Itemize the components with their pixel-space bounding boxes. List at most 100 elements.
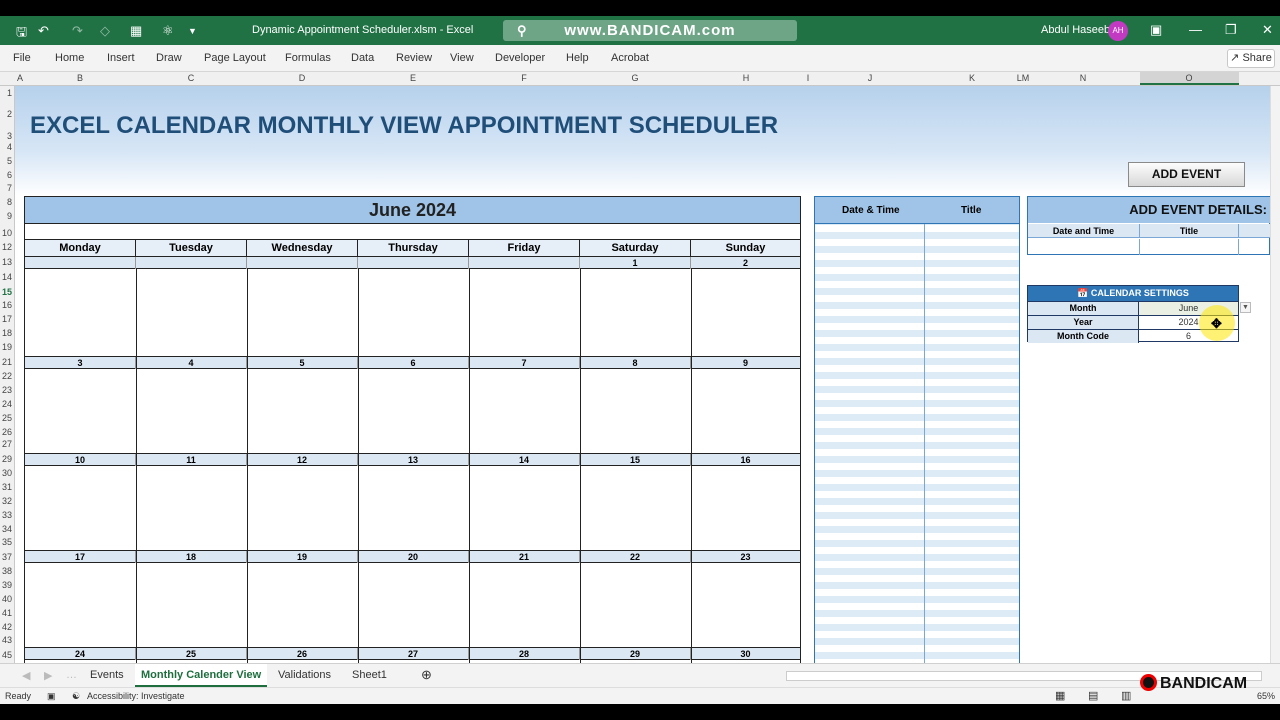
day-number[interactable] xyxy=(247,257,358,269)
column-header[interactable]: G xyxy=(631,73,638,83)
row-header[interactable]: 34 xyxy=(2,524,12,534)
row-header[interactable]: 13 xyxy=(2,257,12,267)
row-header[interactable]: 19 xyxy=(2,342,12,352)
more-sheets-icon[interactable]: … xyxy=(66,669,77,681)
day-number[interactable]: 23 xyxy=(691,551,800,563)
share-button[interactable]: ↗ Share xyxy=(1227,49,1275,68)
tab-insert[interactable]: Insert xyxy=(107,52,135,64)
day-number[interactable]: 13 xyxy=(358,454,469,466)
row-header[interactable]: 25 xyxy=(2,413,12,423)
row-header[interactable]: 29 xyxy=(2,454,12,464)
customize-qat-icon[interactable]: ▼ xyxy=(188,26,197,36)
prev-sheet-icon[interactable]: ◀ xyxy=(22,669,30,682)
macro-record-icon[interactable]: ▣ xyxy=(47,691,56,702)
day-number[interactable]: 15 xyxy=(580,454,691,466)
details-date-input[interactable] xyxy=(1028,239,1140,255)
day-number[interactable]: 9 xyxy=(691,357,800,369)
day-number[interactable]: 5 xyxy=(247,357,358,369)
day-number[interactable] xyxy=(136,257,247,269)
row-header[interactable]: 35 xyxy=(2,537,12,547)
minimize-icon[interactable]: — xyxy=(1189,22,1202,37)
column-header[interactable]: N xyxy=(1080,73,1087,83)
column-header[interactable]: A xyxy=(17,73,23,83)
row-header[interactable]: 21 xyxy=(2,357,12,367)
column-header[interactable]: B xyxy=(77,73,83,83)
row-header[interactable]: 43 xyxy=(2,635,12,645)
day-number[interactable]: 7 xyxy=(469,357,580,369)
row-header[interactable]: 39 xyxy=(2,580,12,590)
tab-view[interactable]: View xyxy=(450,52,474,64)
column-header[interactable]: LM xyxy=(1017,73,1030,83)
row-header[interactable]: 6 xyxy=(7,170,12,180)
column-header[interactable]: K xyxy=(969,73,975,83)
column-header[interactable]: H xyxy=(743,73,750,83)
row-header[interactable]: 12 xyxy=(2,242,12,252)
column-header[interactable]: C xyxy=(188,73,195,83)
row-header[interactable]: 38 xyxy=(2,566,12,576)
day-number[interactable] xyxy=(469,257,580,269)
row-header[interactable]: 32 xyxy=(2,496,12,506)
next-sheet-icon[interactable]: ▶ xyxy=(44,669,52,682)
page-break-view-icon[interactable]: ▥ xyxy=(1121,689,1131,702)
column-header[interactable]: D xyxy=(299,73,306,83)
page-layout-view-icon[interactable]: ▤ xyxy=(1088,689,1098,702)
shape-icon[interactable]: ◇ xyxy=(100,23,110,39)
row-header[interactable]: 5 xyxy=(7,156,12,166)
tab-developer[interactable]: Developer xyxy=(495,52,545,64)
day-number[interactable]: 17 xyxy=(25,551,136,563)
day-number[interactable]: 8 xyxy=(580,357,691,369)
user-name[interactable]: Abdul Haseeb xyxy=(1041,24,1110,36)
row-header[interactable]: 37 xyxy=(2,552,12,562)
row-header[interactable]: 14 xyxy=(2,272,12,282)
sheet-tab-sheet1[interactable]: Sheet1 xyxy=(352,669,387,681)
add-sheet-icon[interactable]: ⊕ xyxy=(421,667,432,683)
tab-acrobat[interactable]: Acrobat xyxy=(611,52,649,64)
table-icon[interactable]: ▦ xyxy=(130,23,142,39)
row-header[interactable]: 8 xyxy=(7,197,12,207)
row-header[interactable]: 41 xyxy=(2,608,12,618)
sheet-tab-events[interactable]: Events xyxy=(90,669,124,681)
day-number[interactable]: 22 xyxy=(580,551,691,563)
day-number[interactable]: 18 xyxy=(136,551,247,563)
day-number[interactable]: 30 xyxy=(691,648,800,660)
row-header[interactable]: 10 xyxy=(2,228,12,238)
sheet-tab-validations[interactable]: Validations xyxy=(278,669,331,681)
day-number[interactable]: 2 xyxy=(691,257,800,269)
undo-icon[interactable]: ↶ xyxy=(38,23,49,39)
row-header[interactable]: 3 xyxy=(7,131,12,141)
row-header[interactable]: 15 xyxy=(2,287,12,297)
add-event-button[interactable]: ADD EVENT xyxy=(1128,162,1245,187)
row-header[interactable]: 17 xyxy=(2,314,12,324)
column-header[interactable]: F xyxy=(521,73,527,83)
tab-formulas[interactable]: Formulas xyxy=(285,52,331,64)
day-number[interactable]: 14 xyxy=(469,454,580,466)
day-number[interactable]: 16 xyxy=(691,454,800,466)
row-header[interactable]: 27 xyxy=(2,439,12,449)
column-header[interactable]: J xyxy=(868,73,873,83)
normal-view-icon[interactable]: ▦ xyxy=(1055,689,1065,702)
day-number[interactable]: 27 xyxy=(358,648,469,660)
tab-file[interactable]: File xyxy=(13,52,31,64)
row-header[interactable]: 31 xyxy=(2,482,12,492)
row-header[interactable]: 9 xyxy=(7,211,12,221)
day-number[interactable]: 20 xyxy=(358,551,469,563)
details-title-input[interactable] xyxy=(1140,239,1239,255)
day-number[interactable]: 21 xyxy=(469,551,580,563)
row-header[interactable]: 18 xyxy=(2,328,12,338)
row-header[interactable]: 24 xyxy=(2,399,12,409)
tab-draw[interactable]: Draw xyxy=(156,52,182,64)
tab-review[interactable]: Review xyxy=(396,52,432,64)
worksheet-grid[interactable]: EXCEL CALENDAR MONTHLY VIEW APPOINTMENT … xyxy=(15,86,1270,676)
column-header[interactable]: I xyxy=(807,73,810,83)
vertical-scrollbar[interactable] xyxy=(1270,86,1280,676)
day-number[interactable]: 19 xyxy=(247,551,358,563)
tab-page-layout[interactable]: Page Layout xyxy=(204,52,266,64)
column-header[interactable]: O xyxy=(1185,73,1192,83)
day-number[interactable] xyxy=(25,257,136,269)
day-number[interactable]: 28 xyxy=(469,648,580,660)
day-number[interactable]: 4 xyxy=(136,357,247,369)
row-header[interactable]: 7 xyxy=(7,183,12,193)
day-number[interactable]: 29 xyxy=(580,648,691,660)
row-header[interactable]: 40 xyxy=(2,594,12,604)
column-header[interactable]: E xyxy=(410,73,416,83)
